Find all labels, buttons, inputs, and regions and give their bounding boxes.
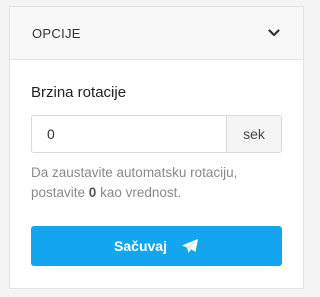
help-text: Da zaustavite automatsku rotaciju, posta… xyxy=(31,163,286,203)
help-text-suffix: kao vrednost. xyxy=(96,185,182,200)
paper-plane-icon xyxy=(181,238,199,254)
panel-header[interactable]: OPCIJE xyxy=(10,7,303,60)
save-button[interactable]: Sačuvaj xyxy=(31,226,282,266)
options-panel: OPCIJE Brzina rotacije sek Da zaustavite… xyxy=(9,6,304,289)
panel-body: Brzina rotacije sek Da zaustavite automa… xyxy=(10,60,303,266)
chevron-down-icon[interactable] xyxy=(267,26,281,40)
rotation-speed-input[interactable] xyxy=(32,116,226,152)
rotation-speed-input-group: sek xyxy=(31,115,282,153)
save-button-label: Sačuvaj xyxy=(114,238,167,254)
rotation-speed-label: Brzina rotacije xyxy=(31,84,127,101)
panel-title: OPCIJE xyxy=(32,25,81,41)
unit-addon: sek xyxy=(226,116,281,152)
